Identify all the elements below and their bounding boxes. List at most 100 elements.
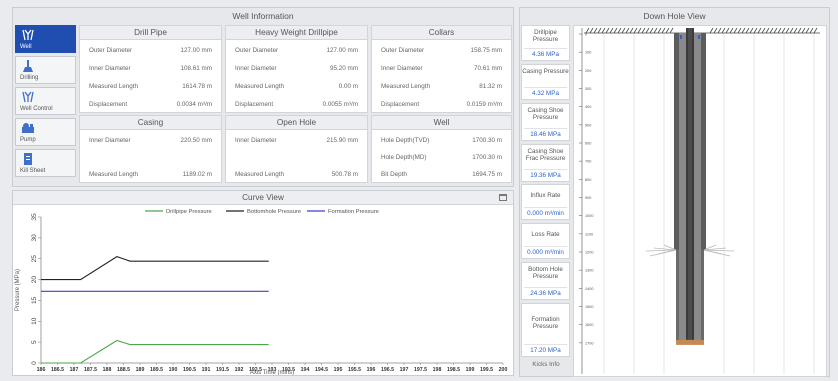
x-tick-label: 190: [169, 367, 178, 373]
depth-tick-label: 1600: [585, 323, 593, 327]
sidebar-item-pump[interactable]: Pump: [15, 118, 76, 146]
field-label: Outer Diameter: [89, 47, 133, 54]
well-schematic: 0100200300400500600700800900100011001200…: [579, 27, 820, 374]
field-value: 1694.75 m: [472, 171, 502, 178]
series-line: [41, 339, 269, 364]
field-value: 1614.78 m: [182, 83, 212, 90]
depth-tick-label: 800: [585, 178, 591, 182]
sidebar-item-label: Kill Sheet: [20, 168, 46, 174]
y-tick-label: 25: [31, 255, 38, 263]
metric-value: 4.32 MPa: [524, 87, 567, 97]
x-tick-label: 189: [136, 367, 145, 373]
open-hole-panel: Open Hole Inner Diameter 215.90 mm Measur…: [225, 115, 368, 183]
depth-tick-label: 1700: [585, 341, 593, 345]
well-information-title: Well Information: [232, 11, 294, 21]
well-icon: [21, 28, 35, 42]
field-value: 215.90 mm: [326, 137, 359, 144]
depth-tick-label: 900: [585, 196, 591, 200]
well-panel: Well Hole Depth(TVD) 1700.30 m Hole Depth…: [371, 115, 512, 183]
metric-label: Casing Pressure: [522, 68, 569, 75]
x-tick-label: 187.5: [84, 367, 97, 373]
depth-tick-label: 1100: [585, 232, 593, 236]
legend-label: Drillpipe Pressure: [166, 209, 212, 215]
depth-tick-label: 500: [585, 123, 591, 127]
bottom-hole: [676, 339, 704, 345]
depth-tick-label: 100: [585, 51, 591, 55]
field-label: Inner Diameter: [235, 65, 277, 72]
fluid-marker: [680, 35, 682, 39]
panel-title: Collars: [372, 26, 511, 40]
x-tick-label: 198: [433, 367, 442, 373]
metric-label: Influx Rate: [530, 192, 561, 199]
sidebar-item-kill-sheet[interactable]: Kill Sheet: [15, 149, 76, 177]
field-value: 127.00 mm: [180, 47, 213, 54]
x-axis-label: Axis Time (mins): [250, 370, 294, 375]
metric-label: Bottom Hole Pressure: [528, 266, 563, 281]
well-sidebar: Well Drilling Well Control Pump Kill She…: [15, 25, 76, 180]
x-tick-label: 200: [499, 367, 508, 373]
field-label: Inner Diameter: [89, 65, 131, 72]
kill-sheet-icon: [21, 152, 35, 166]
drilling-icon: [21, 59, 35, 73]
x-tick-label: 197.5: [414, 367, 427, 373]
sidebar-item-well-control[interactable]: Well Control: [15, 87, 76, 115]
x-tick-label: 194.5: [315, 367, 328, 373]
collars-panel: Collars Outer Diameter 158.75 mm Inner Di…: [371, 25, 512, 113]
y-axis-label: Pressure (MPa): [15, 269, 21, 311]
depth-tick-label: 1200: [585, 251, 593, 255]
drill-string-bore: [688, 28, 692, 342]
x-tick-label: 192: [235, 367, 244, 373]
metric-casing-pressure: Casing Pressure 4.32 MPa: [521, 64, 570, 100]
metric-formation-pressure: Formation Pressure 17.20 MPa: [521, 303, 570, 357]
panel-title: Well: [372, 116, 511, 130]
field-label: Measured Length: [235, 171, 285, 178]
field-label: Measured Length: [89, 171, 139, 178]
sidebar-item-well[interactable]: Well: [15, 25, 76, 53]
y-tick-label: 20: [31, 276, 38, 284]
x-tick-label: 186.5: [51, 367, 64, 373]
field-label: Measured Length: [89, 83, 139, 90]
field-value: 1189.02 m: [182, 171, 212, 178]
metric-value: 19.36 MPa: [524, 169, 567, 179]
field-value: 0.0055 m³/m: [322, 101, 358, 108]
x-tick-label: 195.5: [348, 367, 361, 373]
metric-value: 24.36 MPa: [524, 287, 567, 297]
hwdp-panel: Heavy Weight Drillpipe Outer Diameter 127…: [225, 25, 368, 113]
x-tick-label: 198.5: [447, 367, 460, 373]
field-label: Displacement: [235, 101, 274, 108]
x-tick-label: 189.5: [150, 367, 163, 373]
y-tick-label: 15: [31, 296, 38, 304]
drill-pipe-panel: Drill Pipe Outer Diameter 127.00 mm Inner…: [79, 25, 222, 113]
x-tick-label: 199.5: [480, 367, 493, 373]
kicks-info-label: Kicks Info: [532, 361, 560, 368]
panel-title: Drill Pipe: [80, 26, 221, 40]
field-value: 81.32 m: [479, 83, 502, 90]
field-label: Measured Length: [381, 83, 431, 90]
metric-value: 18.46 MPa: [524, 128, 567, 138]
fluid-marker: [698, 35, 700, 39]
metric-bottom-hole-pressure: Bottom Hole Pressure 24.36 MPa: [521, 262, 570, 300]
field-label: Outer Diameter: [381, 47, 425, 54]
field-label: Inner Diameter: [235, 137, 277, 144]
field-value: 108.61 mm: [180, 65, 213, 72]
x-tick-label: 194: [301, 367, 310, 373]
y-tick-label: 0: [31, 361, 38, 365]
x-tick-label: 196: [367, 367, 376, 373]
x-tick-label: 186: [37, 367, 46, 373]
sidebar-item-drilling[interactable]: Drilling: [15, 56, 76, 84]
field-value: 0.0159 m³/m: [466, 101, 502, 108]
field-value: 127.00 mm: [326, 47, 359, 54]
maximize-icon[interactable]: [499, 194, 507, 201]
x-tick-label: 191.5: [216, 367, 229, 373]
field-label: Displacement: [381, 101, 420, 108]
x-tick-label: 195: [334, 367, 343, 373]
field-value: 500.78 m: [331, 171, 358, 178]
sidebar-item-label: Drilling: [20, 75, 39, 81]
metric-value: 4.36 MPa: [524, 48, 567, 58]
depth-tick-label: 700: [585, 160, 591, 164]
legend-label: Formation Pressure: [328, 209, 379, 215]
metric-label: Formation Pressure: [531, 316, 560, 331]
field-label: Hole Depth(TVD): [381, 137, 430, 144]
down-hole-view-title: Down Hole View: [643, 11, 706, 21]
metric-loss-rate: Loss Rate 0.000 m³/min: [521, 223, 570, 259]
